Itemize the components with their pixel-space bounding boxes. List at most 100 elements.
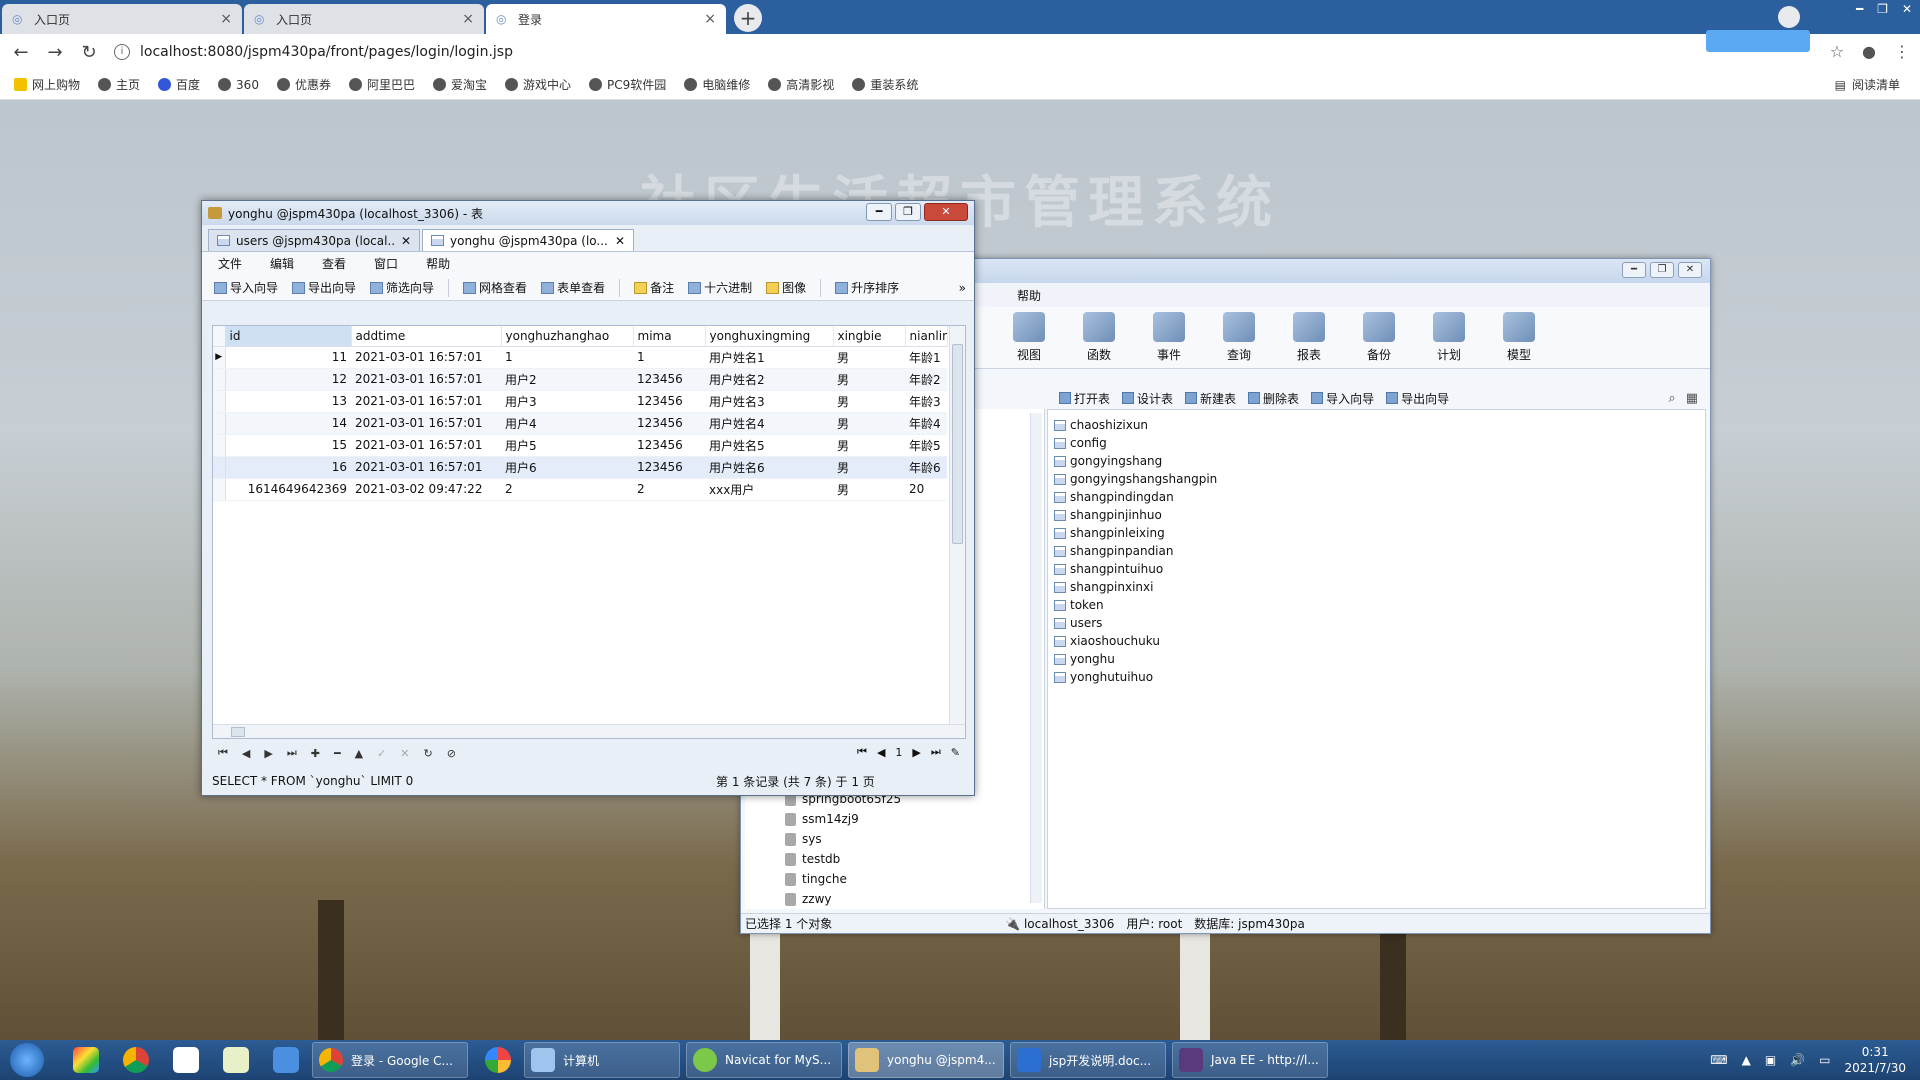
close-icon[interactable]: ✕ [924, 203, 968, 221]
table-cell[interactable]: 用户4 [501, 412, 633, 435]
column-header[interactable]: yonghuzhanghao [501, 326, 634, 347]
grid-view-icon[interactable]: ▦ [1686, 391, 1698, 406]
bookmark-item[interactable]: 百度 [158, 76, 200, 93]
last-page-icon[interactable]: ⏭ [931, 745, 941, 759]
table-row[interactable]: 12 2021-03-01 16:57:01 用户2 123456 用户姓名2 … [213, 368, 947, 391]
refresh-icon[interactable]: ↻ [424, 747, 433, 760]
current-row-indicator-icon[interactable]: ▶ [213, 346, 226, 369]
database-item[interactable]: testdb [785, 849, 840, 869]
database-item[interactable]: sys [785, 829, 822, 849]
table-cell[interactable]: 用户姓名1 [705, 346, 833, 369]
next-record-icon[interactable]: ▶ [264, 747, 272, 760]
import-wizard-button[interactable]: 导入向导 [1311, 390, 1374, 407]
horizontal-scrollbar[interactable] [213, 724, 965, 738]
previous-page-icon[interactable]: ◀ [877, 746, 885, 759]
row-selector[interactable] [213, 434, 226, 457]
row-selector[interactable] [213, 412, 226, 435]
page-number[interactable]: 1 [895, 746, 902, 759]
close-icon[interactable]: ✕ [1902, 2, 1912, 16]
pinned-app[interactable] [216, 1042, 256, 1078]
bookmark-item[interactable]: 优惠券 [276, 76, 331, 93]
url-field[interactable]: i localhost:8080/jspm430pa/front/pages/l… [114, 44, 513, 60]
row-selector[interactable] [213, 478, 226, 501]
bookmark-item[interactable]: 360 [218, 78, 259, 92]
clock[interactable]: 0:31 2021/7/30 [1844, 1044, 1906, 1076]
table-cell[interactable]: 年龄4 [905, 412, 947, 435]
table-cell[interactable]: 123456 [633, 390, 705, 413]
column-header[interactable]: yonghuxingming [705, 326, 834, 347]
table-cell[interactable]: 男 [833, 456, 905, 479]
new-tab-button[interactable]: + [734, 4, 762, 32]
menu-file[interactable]: 文件 [218, 255, 242, 272]
column-header[interactable]: nianling [905, 326, 948, 347]
function-button[interactable]: 函数 [1075, 312, 1123, 363]
menu-edit[interactable]: 编辑 [270, 255, 294, 272]
table-list-item[interactable]: shangpindingdan [1048, 488, 1705, 506]
minimize-icon[interactable]: ━ [1856, 2, 1863, 16]
table-row[interactable]: 14 2021-03-01 16:57:01 用户4 123456 用户姓名4 … [213, 412, 947, 435]
info-icon[interactable]: i [114, 44, 130, 60]
table-cell[interactable]: 20 [905, 478, 947, 501]
table-list-item[interactable]: chaoshizixun [1048, 416, 1705, 434]
pinned-app[interactable] [266, 1042, 306, 1078]
table-cell[interactable]: 用户5 [501, 434, 633, 457]
column-header[interactable]: xingbie [833, 326, 906, 347]
reading-list-button[interactable]: ▤ 阅读清单 [1835, 76, 1900, 93]
taskbar-item[interactable]: jsp开发说明.doc... [1010, 1042, 1166, 1078]
event-button[interactable]: 事件 [1145, 312, 1193, 363]
table-cell[interactable]: 123456 [633, 368, 705, 391]
notification-icon[interactable]: ▭ [1819, 1053, 1830, 1067]
table-list-item[interactable]: token [1048, 596, 1705, 614]
table-cell[interactable]: 年龄5 [905, 434, 947, 457]
bookmark-item[interactable]: 游戏中心 [505, 76, 571, 93]
star-icon[interactable]: ☆ [1830, 42, 1844, 61]
volume-icon[interactable]: 🔊 [1790, 1053, 1805, 1067]
table-list-item[interactable]: yonghu [1048, 650, 1705, 668]
table-cell[interactable]: 123456 [633, 434, 705, 457]
new-table-button[interactable]: 新建表 [1185, 390, 1236, 407]
bookmark-item[interactable]: 阿里巴巴 [348, 76, 415, 93]
apply-changes-icon[interactable]: ✓ [377, 747, 386, 760]
first-page-icon[interactable]: ⏮ [857, 745, 867, 759]
add-record-icon[interactable]: ✚ [311, 747, 320, 760]
tab-users[interactable]: users @jspm430pa (local... ✕ [208, 229, 420, 251]
table-cell[interactable]: 男 [833, 478, 905, 501]
minimize-icon[interactable]: ━ [1622, 262, 1646, 278]
table-cell[interactable]: 男 [833, 346, 905, 369]
table-cell[interactable]: 用户姓名3 [705, 390, 833, 413]
taskbar-item[interactable]: Java EE - http://l... [1172, 1042, 1328, 1078]
next-page-icon[interactable]: ▶ [912, 746, 920, 759]
report-button[interactable]: 报表 [1285, 312, 1333, 363]
table-cell[interactable]: 123456 [633, 412, 705, 435]
search-icon[interactable]: ⌕ [1668, 391, 1675, 406]
hex-button[interactable]: 十六进制 [688, 279, 752, 296]
table-cell[interactable]: 1 [633, 346, 705, 369]
table-row[interactable]: 16 2021-03-01 16:57:01 用户6 123456 用户姓名6 … [213, 456, 947, 479]
table-cell[interactable]: 13 [225, 390, 351, 413]
table-cell[interactable]: 男 [833, 434, 905, 457]
bookmark-item[interactable]: 电脑维修 [684, 76, 750, 93]
filter-wizard-button[interactable]: 筛选向导 [370, 279, 434, 296]
table-row[interactable]: 1614649642369 2021-03-02 09:47:22 2 2 xx… [213, 478, 947, 501]
table-list-item[interactable]: yonghutuihuo [1048, 668, 1705, 686]
scrollbar-thumb[interactable] [952, 344, 963, 544]
pinned-app[interactable] [66, 1042, 106, 1078]
table-list-item[interactable]: shangpinleixing [1048, 524, 1705, 542]
menu-view[interactable]: 查看 [322, 255, 346, 272]
table-cell[interactable]: 2021-03-02 09:47:22 [351, 478, 501, 501]
close-icon[interactable]: ✕ [401, 234, 411, 248]
browser-tab-3[interactable]: ◎ 登录 × [486, 4, 726, 34]
image-button[interactable]: 图像 [766, 279, 806, 296]
table-cell[interactable]: 123456 [633, 456, 705, 479]
table-cell[interactable]: 年龄1 [905, 346, 947, 369]
table-cell[interactable]: 2021-03-01 16:57:01 [351, 390, 501, 413]
table-cell[interactable]: 年龄2 [905, 368, 947, 391]
table-list-item[interactable]: gongyingshang [1048, 452, 1705, 470]
close-icon[interactable]: × [220, 11, 232, 27]
table-cell[interactable]: 12 [225, 368, 351, 391]
extension-button[interactable] [1706, 30, 1810, 52]
view-button[interactable]: 视图 [1005, 312, 1053, 363]
open-table-button[interactable]: 打开表 [1059, 390, 1110, 407]
toolbar-overflow-icon[interactable]: » [959, 281, 966, 295]
table-cell[interactable]: 2021-03-01 16:57:01 [351, 456, 501, 479]
